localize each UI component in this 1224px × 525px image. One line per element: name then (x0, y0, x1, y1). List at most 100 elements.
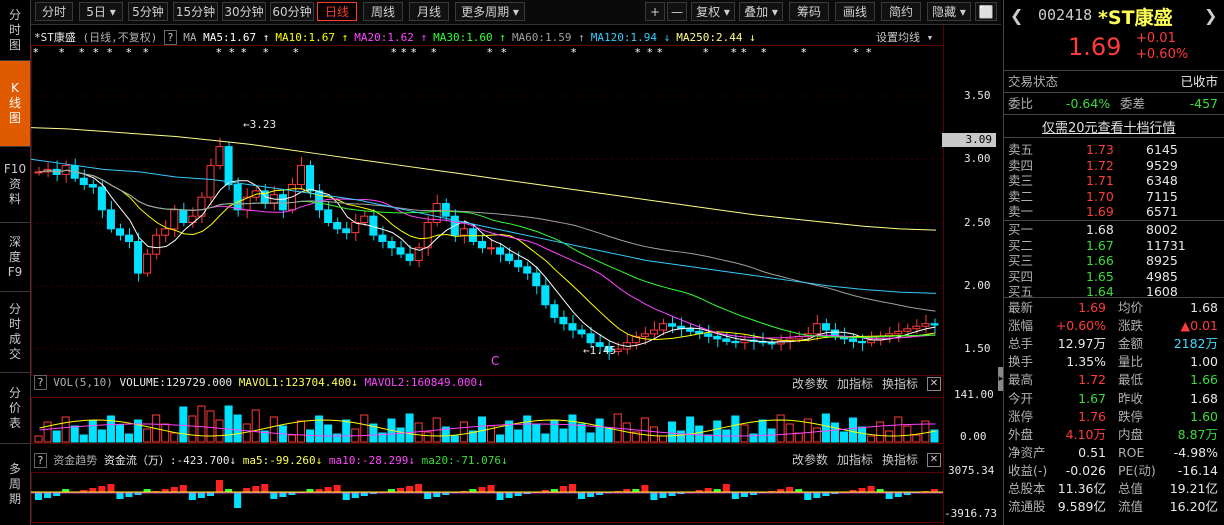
hide-button[interactable]: 隐藏 ▾ (927, 2, 971, 21)
order-book-row: 买一 1.68 8002 (1008, 221, 1220, 238)
event-marker: * (401, 46, 407, 59)
candle-body (324, 209, 333, 224)
nav-kline[interactable]: K 线 图 (0, 61, 30, 147)
next-stock-icon[interactable]: ❯ (1204, 6, 1217, 25)
help-icon[interactable]: ? (164, 30, 177, 45)
level-price: 1.66 (1086, 253, 1114, 268)
chips-button[interactable]: 筹码 (789, 2, 829, 21)
chevron-down-icon: ▾ (926, 31, 934, 44)
volume-add-button[interactable]: 加指标 (837, 375, 873, 392)
volume-bar (97, 429, 106, 443)
stats-row: 收益(-) -0.026 PE(动) -16.14 (1008, 462, 1220, 479)
nav-price-table-label: 分 价 表 (8, 385, 21, 430)
maximize-button[interactable]: ⬜ (975, 2, 997, 21)
volume-bar (170, 432, 179, 443)
volume-bar (595, 418, 604, 443)
fund-add-button[interactable]: 加指标 (837, 451, 873, 468)
zoom-out-button[interactable]: — (667, 2, 687, 21)
candle-body (704, 333, 713, 337)
volume-bar (188, 415, 197, 443)
stat-value: 1.69 (1078, 300, 1106, 315)
nav-trades-label: 分 时 成 交 (8, 302, 21, 361)
help-icon[interactable]: ? (34, 453, 47, 468)
weibi-row: 委比 -0.64% 委差 -457 (1008, 95, 1220, 112)
close-icon[interactable]: ✕ (927, 377, 941, 391)
candle-body (88, 184, 97, 188)
nav-trades[interactable]: 分 时 成 交 (0, 292, 30, 373)
nav-price-table[interactable]: 分 价 表 (0, 373, 30, 444)
stat-value: 1.76 (1078, 408, 1106, 424)
status-value: 已收市 (1180, 74, 1218, 89)
level-price: 1.72 (1086, 157, 1114, 173)
fund-switch-button[interactable]: 换指标 (882, 451, 918, 468)
help-icon[interactable]: ? (34, 375, 47, 390)
zoom-in-button[interactable]: + (645, 2, 665, 21)
candle-body (278, 194, 287, 211)
fund-bar (858, 488, 866, 492)
period-button[interactable]: 分时 (35, 2, 73, 21)
candle-body (568, 323, 577, 331)
volume-bar (812, 427, 821, 443)
volume-modify-button[interactable]: 改参数 (792, 375, 828, 392)
close-icon[interactable]: ✕ (927, 453, 941, 467)
candle-body (686, 328, 695, 332)
fund-bar (333, 485, 341, 492)
period-button[interactable]: 30分钟 (222, 2, 266, 21)
nav-intraday[interactable]: 分 时 图 (0, 0, 30, 61)
high-value: 3.23 (249, 118, 277, 131)
simple-button[interactable]: 简约 (881, 2, 921, 21)
weicha-value: -457 (1189, 96, 1218, 111)
more-periods-button[interactable]: 更多周期 ▾ (455, 2, 525, 21)
period-label: 5日 (86, 5, 106, 19)
promo-link[interactable]: 仅需20元查看十档行情 (1042, 117, 1176, 136)
stat-label: PE(动) (1118, 462, 1156, 478)
period-button[interactable]: 5日 ▾ (79, 2, 123, 21)
volume-bar (88, 420, 97, 443)
stats-row: 今开 1.67 昨收 1.68 (1008, 390, 1220, 407)
period-button[interactable]: 月线 (409, 2, 449, 21)
order-book-row: 卖二 1.70 7115 (1008, 188, 1220, 205)
ma-settings-button[interactable]: 设置均线 ▾ (876, 29, 933, 45)
nav-multi-period[interactable]: 多 周 期 (0, 444, 30, 524)
prev-stock-icon[interactable]: ❮ (1010, 6, 1023, 25)
stat-value: 1.00 (1190, 354, 1218, 370)
overlay-button[interactable]: 叠加 ▾ (739, 2, 783, 21)
ma-value: MA30:1.60 ↑ (433, 31, 506, 44)
ma-value: MA20:1.62 ↑ (354, 31, 428, 44)
fund-ma20-value: ma20:-71.076 (421, 454, 502, 467)
candle-body (423, 222, 432, 249)
event-marker: * (431, 46, 437, 59)
maximize-icon: ⬜ (978, 5, 994, 19)
stat-value: 0.51 (1078, 444, 1106, 460)
period-button[interactable]: 周线 (363, 2, 403, 21)
candle-body (640, 333, 649, 337)
restore-button[interactable]: 复权 ▾ (691, 2, 735, 21)
volume-switch-button[interactable]: 换指标 (882, 375, 918, 392)
price-change: +0.01 (1136, 31, 1176, 46)
candle-body (586, 333, 595, 344)
nav-f10[interactable]: F10 资 料 (0, 147, 30, 223)
fund-modify-button[interactable]: 改参数 (792, 451, 828, 468)
period-button[interactable]: 60分钟 (270, 2, 314, 21)
fund-bar (243, 488, 251, 492)
candle-body (812, 323, 821, 335)
level-price: 1.67 (1086, 237, 1114, 253)
volume-bar (496, 434, 505, 443)
arrow-down-icon: ↓ (477, 376, 484, 389)
ma-line (39, 169, 936, 339)
stat-label: 外盘 (1008, 426, 1034, 442)
stock-code: 002418 (1038, 6, 1093, 24)
candle-body (658, 323, 668, 331)
fund-axis-bottom: -3916.73 (944, 507, 997, 520)
volume-bar (179, 406, 188, 443)
stat-label: 流值 (1118, 499, 1144, 515)
event-marker: * (107, 46, 113, 59)
volume-bar (251, 409, 260, 443)
draw-button[interactable]: 画线 (835, 2, 875, 21)
period-button[interactable]: 5分钟 (128, 2, 168, 21)
nav-depth[interactable]: 深 度 F9 (0, 223, 30, 292)
period-button-active[interactable]: 日线 (317, 2, 357, 21)
arrow-down-icon: ↓ (229, 454, 237, 467)
period-button[interactable]: 15分钟 (173, 2, 218, 21)
kline-chart-area[interactable]: * * * * * * * * * * * * * * * * * * * * * * * * * * * * * C (31, 25, 1001, 525)
